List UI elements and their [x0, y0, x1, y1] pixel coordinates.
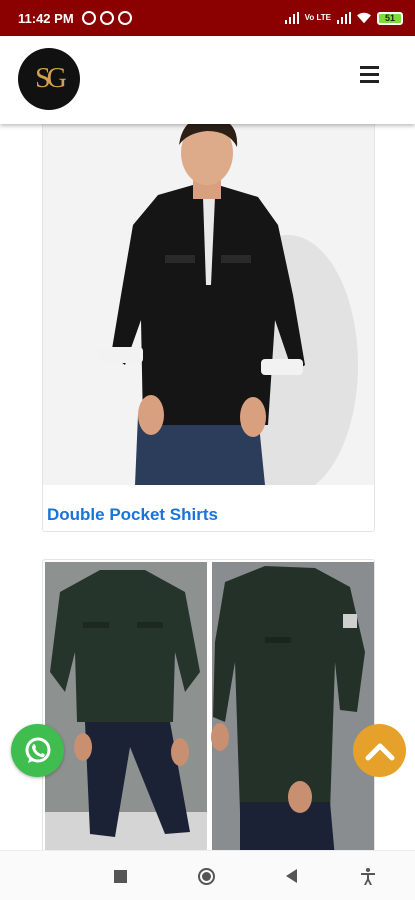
notification-icon-3 — [117, 11, 132, 25]
product-image-2[interactable] — [45, 562, 374, 858]
signal-icon — [284, 12, 299, 24]
system-nav-bar — [0, 850, 415, 900]
back-button[interactable] — [286, 869, 297, 883]
site-logo[interactable]: SG — [18, 48, 80, 110]
product-title[interactable]: Double Pocket Shirts — [47, 505, 218, 525]
status-bar: 11:42 PM Vo LTE 51 — [0, 0, 415, 36]
signal-icon-2 — [337, 12, 351, 24]
whatsapp-button[interactable] — [11, 724, 64, 777]
logo-text: SG — [35, 63, 67, 94]
site-header: SG — [0, 36, 415, 124]
notification-icon-2 — [99, 11, 114, 25]
accessibility-icon[interactable] — [360, 867, 376, 885]
product-image[interactable] — [43, 115, 375, 485]
whatsapp-icon — [25, 737, 50, 763]
home-button[interactable] — [198, 868, 215, 885]
product-card-2[interactable] — [42, 559, 375, 859]
notification-icon — [81, 11, 96, 25]
chevron-up-icon — [365, 743, 394, 760]
wifi-icon — [357, 12, 371, 24]
product-card[interactable]: Double Pocket Shirts — [42, 114, 375, 532]
battery-icon: 51 — [377, 11, 403, 25]
status-right-group: Vo LTE 51 — [284, 11, 403, 25]
scroll-to-top-button[interactable] — [353, 724, 406, 777]
recents-button[interactable] — [114, 870, 127, 883]
volte-label: Vo LTE — [304, 13, 331, 22]
hamburger-menu-icon[interactable] — [360, 66, 379, 83]
status-time: 11:42 PM — [18, 10, 74, 26]
